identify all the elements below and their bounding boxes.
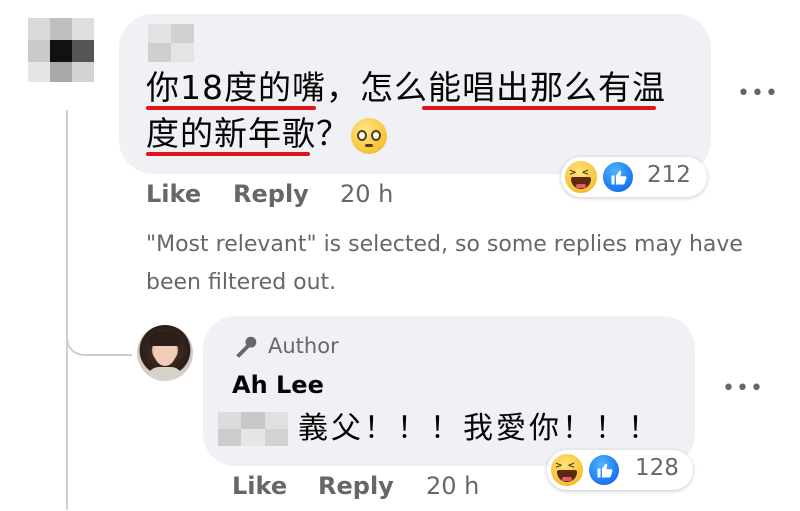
- filter-notice: "Most relevant" is selected, so some rep…: [146, 232, 743, 295]
- reaction-count: 128: [635, 455, 679, 481]
- author-avatar[interactable]: [137, 325, 193, 381]
- haha-icon: ><: [549, 452, 585, 488]
- reply-button[interactable]: Reply: [233, 180, 309, 208]
- reaction-count: 212: [647, 162, 691, 188]
- more-options-icon[interactable]: •••: [722, 378, 764, 400]
- like-button[interactable]: Like: [146, 180, 201, 208]
- reply-text: 義父！！！我愛你！！！: [298, 411, 661, 446]
- haha-icon: ><: [563, 159, 599, 195]
- more-options-icon[interactable]: •••: [737, 83, 779, 105]
- comment-text-line-1: 你18度的嘴，怎么能唱出那么有温: [146, 68, 666, 107]
- reaction-summary[interactable]: >< 128: [547, 450, 693, 490]
- author-badge-label: Author: [268, 334, 339, 358]
- reaction-summary[interactable]: >< 212: [561, 157, 707, 197]
- comment-timestamp[interactable]: 20 h: [340, 180, 393, 208]
- commenter-avatar[interactable]: [20, 18, 104, 82]
- like-button[interactable]: Like: [232, 472, 287, 500]
- highlight-underline: [422, 106, 656, 110]
- reply-author-name[interactable]: Ah Lee: [232, 371, 324, 399]
- highlight-underline: [146, 106, 316, 110]
- reply-button[interactable]: Reply: [318, 472, 394, 500]
- microphone-icon: [236, 336, 257, 358]
- like-icon: [587, 453, 621, 487]
- commenter-name-blurred[interactable]: [148, 24, 194, 62]
- thread-connector: [66, 280, 132, 356]
- reply-timestamp[interactable]: 20 h: [426, 472, 479, 500]
- highlight-underline: [146, 152, 310, 156]
- comment-text-line-2: 度的新年歌？: [146, 114, 350, 153]
- mention-blurred[interactable]: [218, 412, 288, 446]
- like-icon: [601, 160, 635, 194]
- pleading-face-emoji: [351, 118, 387, 154]
